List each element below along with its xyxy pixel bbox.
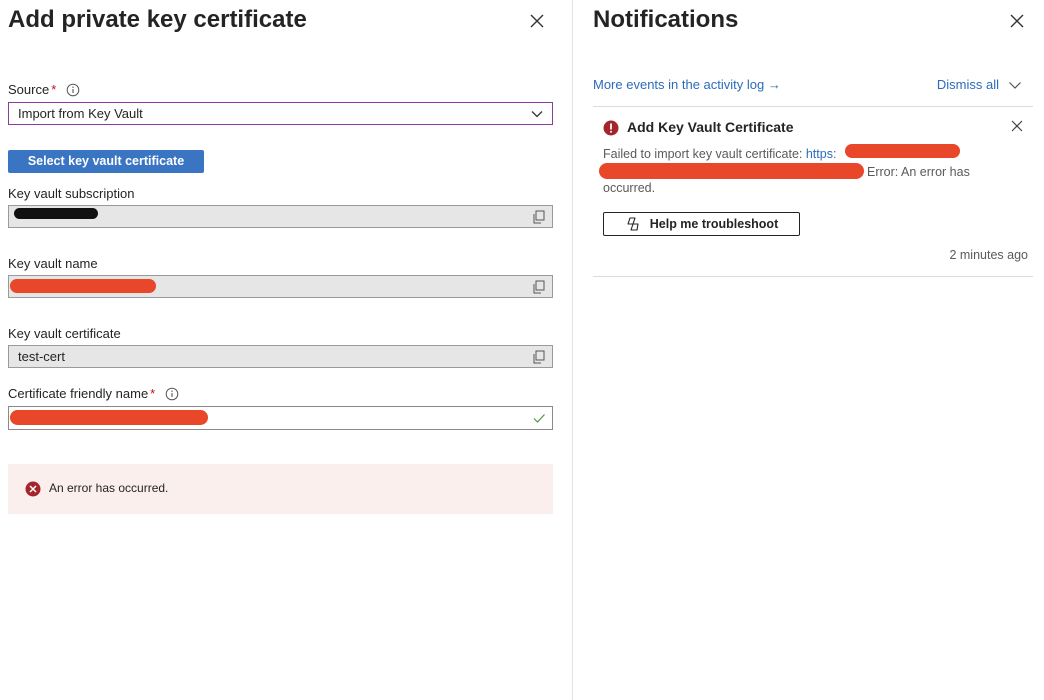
dismiss-all-link[interactable]: Dismiss all [937, 77, 999, 92]
separator [593, 106, 1033, 107]
required-mark: * [51, 82, 57, 97]
close-icon [530, 14, 544, 28]
certificate-field: test-cert [8, 345, 553, 368]
subscription-label: Key vault subscription [8, 186, 135, 201]
source-label: Source * [8, 82, 80, 97]
error-circle-icon [25, 481, 41, 497]
copy-icon[interactable] [532, 350, 545, 364]
alert-circle-icon [603, 120, 619, 136]
redaction-mark [10, 410, 208, 425]
close-icon[interactable] [1010, 119, 1024, 133]
help-me-troubleshoot-button[interactable]: Help me troubleshoot [603, 212, 800, 236]
close-notifications-button[interactable] [1007, 11, 1027, 31]
notification-title: Add Key Vault Certificate [627, 119, 794, 135]
chevron-down-icon [531, 111, 543, 118]
copy-icon[interactable] [532, 280, 545, 294]
chevron-down-icon[interactable] [1008, 78, 1022, 92]
friendly-name-label: Certificate friendly name * [8, 386, 179, 401]
certificate-label: Key vault certificate [8, 326, 121, 341]
certificate-value: test-cert [18, 349, 65, 364]
separator [593, 276, 1033, 277]
notifications-panel: Notifications More events in the activit… [573, 0, 1044, 700]
info-icon[interactable] [66, 83, 80, 97]
notification-item: Add Key Vault Certificate Failed to impo… [593, 108, 1033, 276]
notification-timestamp: 2 minutes ago [949, 248, 1028, 262]
redaction-mark [845, 144, 960, 158]
copilot-icon [627, 217, 639, 231]
source-select-value: Import from Key Vault [18, 106, 143, 121]
close-icon [1010, 14, 1024, 28]
redaction-mark [599, 163, 864, 179]
info-icon[interactable] [165, 387, 179, 401]
vault-name-label: Key vault name [8, 256, 98, 271]
close-panel-button[interactable] [527, 11, 547, 31]
activity-log-link[interactable]: More events in the activity log → [593, 77, 781, 92]
redaction-mark [14, 208, 98, 219]
add-certificate-panel: Add private key certificate Source * Impo… [0, 0, 572, 700]
source-select[interactable]: Import from Key Vault [8, 102, 553, 125]
redaction-mark [10, 279, 156, 293]
required-mark: * [150, 386, 156, 401]
error-message-box: An error has occurred. [8, 464, 553, 514]
checkmark-icon [533, 414, 545, 423]
copy-icon[interactable] [532, 210, 545, 224]
error-message-text: An error has occurred. [49, 481, 169, 495]
notification-url[interactable]: https: [806, 147, 837, 161]
notifications-title: Notifications [593, 6, 739, 33]
panel-title: Add private key certificate [8, 6, 307, 33]
select-key-vault-certificate-button[interactable]: Select key vault certificate [8, 150, 204, 173]
notification-message-end: occurred. [603, 181, 656, 195]
